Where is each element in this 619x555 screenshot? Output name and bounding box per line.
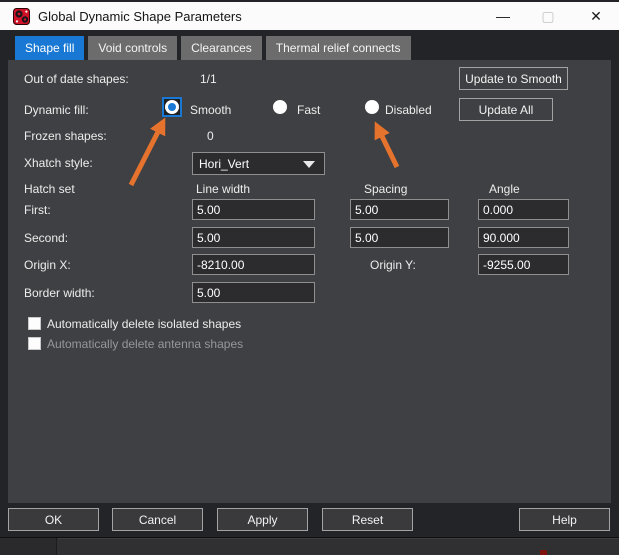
radio-smooth-dot xyxy=(168,103,176,111)
border-width-input[interactable] xyxy=(192,282,315,303)
update-to-smooth-button[interactable]: Update to Smooth xyxy=(459,67,568,90)
out-of-date-shapes-value: 1/1 xyxy=(200,72,217,86)
delete-antenna-shapes-checkbox[interactable] xyxy=(28,337,41,350)
tab-void-controls[interactable]: Void controls xyxy=(88,36,177,60)
delete-antenna-shapes-label: Automatically delete antenna shapes xyxy=(47,337,243,351)
ok-button[interactable]: OK xyxy=(8,508,99,531)
background-canvas-fragment xyxy=(540,550,547,555)
radio-disabled-label[interactable]: Disabled xyxy=(385,103,432,117)
second-line-width-input[interactable] xyxy=(192,227,315,248)
radio-smooth-label[interactable]: Smooth xyxy=(190,103,231,117)
first-spacing-input[interactable] xyxy=(350,199,449,220)
column-header-angle: Angle xyxy=(489,182,520,196)
column-header-spacing: Spacing xyxy=(364,182,407,196)
tab-clearances[interactable]: Clearances xyxy=(181,36,262,60)
global-dynamic-shape-parameters-dialog: Global Dynamic Shape Parameters — ▢ ✕ Sh… xyxy=(0,0,619,555)
second-spacing-input[interactable] xyxy=(350,227,449,248)
second-row-label: Second: xyxy=(24,231,68,245)
maximize-icon: ▢ xyxy=(541,8,554,25)
radio-fast[interactable] xyxy=(273,100,287,114)
border-width-label: Border width: xyxy=(24,286,95,300)
first-row-label: First: xyxy=(24,203,51,217)
app-icon xyxy=(13,8,30,25)
xhatch-style-value: Hori_Vert xyxy=(193,157,249,171)
dynamic-fill-label: Dynamic fill: xyxy=(24,103,89,117)
radio-smooth[interactable] xyxy=(165,100,179,114)
radio-fast-label[interactable]: Fast xyxy=(297,103,320,117)
close-button[interactable]: ✕ xyxy=(576,2,616,30)
delete-isolated-shapes-checkbox[interactable] xyxy=(28,317,41,330)
tab-shape-fill[interactable]: Shape fill xyxy=(15,36,84,60)
cancel-button[interactable]: Cancel xyxy=(112,508,203,531)
window-title: Global Dynamic Shape Parameters xyxy=(38,9,242,24)
radio-disabled[interactable] xyxy=(365,100,379,114)
reset-button[interactable]: Reset xyxy=(322,508,413,531)
minimize-button[interactable]: — xyxy=(483,2,523,30)
background-status-cell xyxy=(0,538,57,555)
second-angle-input[interactable] xyxy=(478,227,569,248)
origin-y-label: Origin Y: xyxy=(370,258,416,272)
xhatch-style-dropdown[interactable]: Hori_Vert xyxy=(192,152,325,175)
frozen-shapes-value: 0 xyxy=(207,129,214,143)
background-status-highlight xyxy=(58,538,619,539)
update-all-button[interactable]: Update All xyxy=(459,98,553,121)
tab-thermal-relief-connects[interactable]: Thermal relief connects xyxy=(266,36,411,60)
maximize-button[interactable]: ▢ xyxy=(528,2,568,30)
xhatch-style-label: Xhatch style: xyxy=(24,156,93,170)
origin-x-input[interactable] xyxy=(192,254,315,275)
first-angle-input[interactable] xyxy=(478,199,569,220)
frozen-shapes-label: Frozen shapes: xyxy=(24,129,107,143)
origin-x-label: Origin X: xyxy=(24,258,71,272)
first-line-width-input[interactable] xyxy=(192,199,315,220)
background-status-strip xyxy=(0,538,619,555)
delete-isolated-shapes-label[interactable]: Automatically delete isolated shapes xyxy=(47,317,241,331)
close-icon: ✕ xyxy=(590,8,602,25)
help-button[interactable]: Help xyxy=(519,508,610,531)
hatch-set-label: Hatch set xyxy=(24,182,75,196)
minimize-icon: — xyxy=(496,8,510,24)
out-of-date-shapes-label: Out of date shapes: xyxy=(24,72,129,86)
column-header-line-width: Line width xyxy=(196,182,250,196)
apply-button[interactable]: Apply xyxy=(217,508,308,531)
chevron-down-icon xyxy=(303,161,315,168)
origin-y-input[interactable] xyxy=(478,254,569,275)
title-bar[interactable]: Global Dynamic Shape Parameters — ▢ ✕ xyxy=(0,0,619,30)
tab-bar: Shape fill Void controls Clearances Ther… xyxy=(15,36,411,60)
